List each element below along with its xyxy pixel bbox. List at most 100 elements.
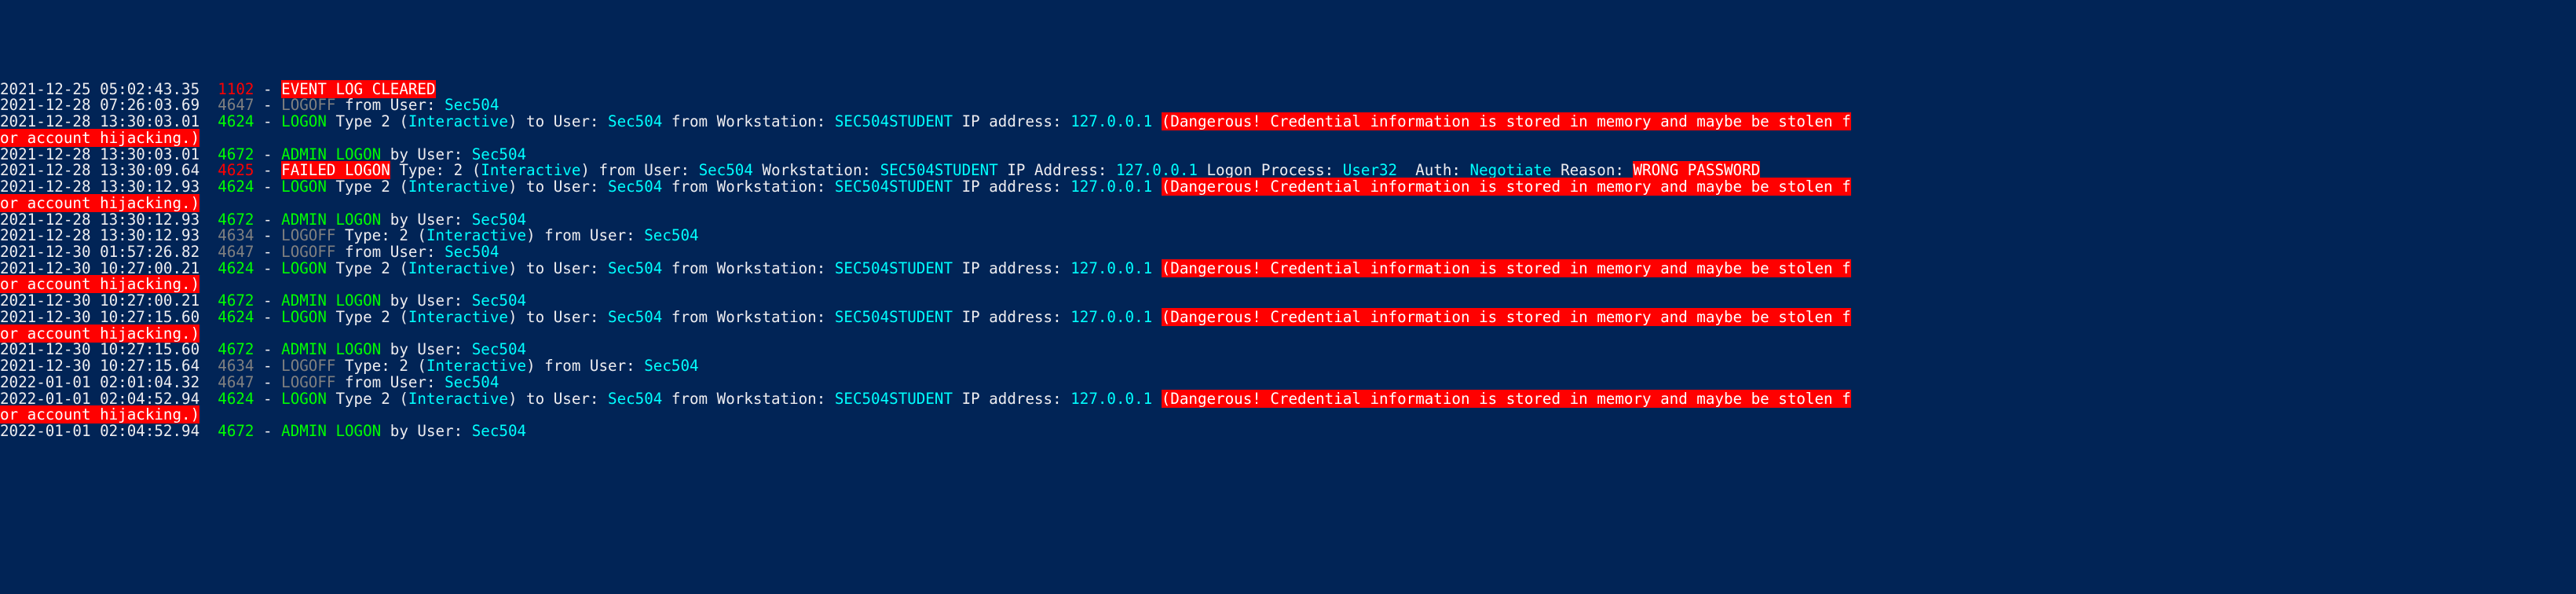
- log-segment: Interactive: [426, 357, 526, 375]
- log-segment: Negotiate: [1470, 161, 1552, 179]
- log-segment: ADMIN LOGON: [281, 145, 381, 163]
- log-segment: [199, 308, 218, 326]
- log-segment: by User:: [381, 211, 472, 229]
- log-segment: User32: [1343, 161, 1407, 179]
- log-segment: 4672: [218, 211, 254, 229]
- log-segment: 4624: [218, 259, 254, 277]
- log-segment: -: [254, 308, 281, 326]
- log-segment: -: [254, 161, 281, 179]
- log-segment: 4647: [218, 96, 254, 114]
- log-segment: -: [254, 112, 281, 130]
- log-segment: [199, 178, 218, 196]
- log-segment: Sec504: [472, 145, 526, 163]
- log-segment: Type: 2 (: [335, 357, 426, 375]
- log-segment: [199, 96, 218, 114]
- timestamp: 2021-12-28 07:26:03.69: [0, 96, 199, 114]
- log-segment: -: [254, 340, 281, 358]
- log-segment: LOGOFF: [281, 373, 335, 391]
- log-segment: [199, 390, 218, 408]
- log-segment: Type 2 (: [327, 259, 408, 277]
- log-segment: 4647: [218, 243, 254, 261]
- log-segment: FAILED LOGON: [281, 161, 390, 179]
- timestamp: 2021-12-28 13:30:03.01: [0, 145, 199, 163]
- log-segment: [199, 292, 218, 310]
- log-segment: Sec504: [608, 259, 662, 277]
- log-segment: Type 2 (: [327, 308, 408, 326]
- log-segment: 4672: [218, 292, 254, 310]
- log-segment: or account hijacking.): [0, 129, 199, 147]
- log-segment: 4634: [218, 226, 254, 244]
- timestamp: 2021-12-28 13:30:12.93: [0, 178, 199, 196]
- log-segment: ) to User:: [508, 112, 608, 130]
- log-segment: LOGON: [281, 390, 327, 408]
- log-segment: or account hijacking.): [0, 324, 199, 343]
- log-segment: by User:: [381, 292, 472, 310]
- log-segment: or account hijacking.): [0, 275, 199, 293]
- log-segment: LOGOFF: [281, 226, 335, 244]
- log-line: 2021-12-30 10:27:15.64 4634 - LOGOFF Typ…: [0, 358, 2576, 375]
- log-segment: 127.0.0.1: [1070, 259, 1152, 277]
- log-segment: IP address:: [953, 390, 1070, 408]
- log-segment: or account hijacking.): [0, 194, 199, 212]
- log-segment: SEC504STUDENT: [835, 259, 953, 277]
- log-segment: -: [254, 243, 281, 261]
- log-line: 2021-12-28 13:30:03.01 4672 - ADMIN LOGO…: [0, 147, 2576, 163]
- log-segment: 127.0.0.1: [1070, 390, 1152, 408]
- log-segment: -: [254, 178, 281, 196]
- log-segment: ) to User:: [508, 259, 608, 277]
- log-line: 2021-12-30 10:27:15.60 4624 - LOGON Type…: [0, 310, 2576, 326]
- log-segment: Sec504: [608, 178, 662, 196]
- log-segment: from User:: [335, 96, 445, 114]
- log-line: or account hijacking.): [0, 407, 2576, 424]
- timestamp: 2021-12-28 13:30:09.64: [0, 161, 199, 179]
- log-segment: SEC504STUDENT: [835, 178, 953, 196]
- log-segment: 127.0.0.1: [1116, 161, 1198, 179]
- timestamp: 2021-12-30 10:27:00.21: [0, 259, 199, 277]
- timestamp: 2021-12-25 05:02:43.35: [0, 80, 199, 98]
- log-segment: -: [254, 292, 281, 310]
- log-segment: [199, 145, 218, 163]
- timestamp: 2021-12-28 13:30:12.93: [0, 211, 199, 229]
- timestamp: 2021-12-30 01:57:26.82: [0, 243, 199, 261]
- log-segment: Type 2 (: [327, 112, 408, 130]
- log-segment: (Dangerous! Credential information is st…: [1162, 308, 1851, 326]
- log-segment: [199, 112, 218, 130]
- log-segment: ) to User:: [508, 308, 608, 326]
- log-segment: from Workstation:: [662, 308, 835, 326]
- log-segment: -: [254, 145, 281, 163]
- log-segment: Auth:: [1407, 161, 1470, 179]
- log-line: 2021-12-30 10:27:00.21 4672 - ADMIN LOGO…: [0, 293, 2576, 310]
- log-segment: SEC504STUDENT: [835, 308, 953, 326]
- log-line: 2021-12-25 05:02:43.35 1102 - EVENT LOG …: [0, 82, 2576, 98]
- log-segment: -: [254, 390, 281, 408]
- log-segment: 4647: [218, 373, 254, 391]
- log-segment: [199, 357, 218, 375]
- log-segment: IP Address:: [998, 161, 1116, 179]
- log-segment: (Dangerous! Credential information is st…: [1162, 390, 1851, 408]
- log-segment: [199, 259, 218, 277]
- log-segment: LOGON: [281, 259, 327, 277]
- log-segment: Workstation:: [753, 161, 880, 179]
- log-segment: 4672: [218, 145, 254, 163]
- log-segment: Sec504: [445, 243, 499, 261]
- log-segment: or account hijacking.): [0, 405, 199, 424]
- log-segment: (Dangerous! Credential information is st…: [1162, 178, 1851, 196]
- log-segment: Sec504: [445, 96, 499, 114]
- log-line: 2022-01-01 02:04:52.94 4672 - ADMIN LOGO…: [0, 424, 2576, 440]
- log-line: 2021-12-28 13:30:12.93 4624 - LOGON Type…: [0, 179, 2576, 196]
- log-line: 2021-12-28 13:30:12.93 4634 - LOGOFF Typ…: [0, 228, 2576, 244]
- log-segment: EVENT LOG CLEARED: [281, 80, 435, 98]
- log-segment: -: [254, 422, 281, 440]
- log-segment: 4624: [218, 390, 254, 408]
- log-segment: [1152, 390, 1162, 408]
- log-segment: Sec504: [644, 357, 698, 375]
- log-segment: Sec504: [644, 226, 698, 244]
- log-line: 2021-12-30 10:27:00.21 4624 - LOGON Type…: [0, 261, 2576, 277]
- log-segment: WRONG PASSWORD: [1633, 161, 1760, 179]
- log-segment: 4634: [218, 357, 254, 375]
- log-segment: -: [254, 259, 281, 277]
- log-segment: Type: 2 (: [335, 226, 426, 244]
- log-segment: 4624: [218, 308, 254, 326]
- timestamp: 2021-12-30 10:27:15.64: [0, 357, 199, 375]
- log-segment: Sec504: [608, 390, 662, 408]
